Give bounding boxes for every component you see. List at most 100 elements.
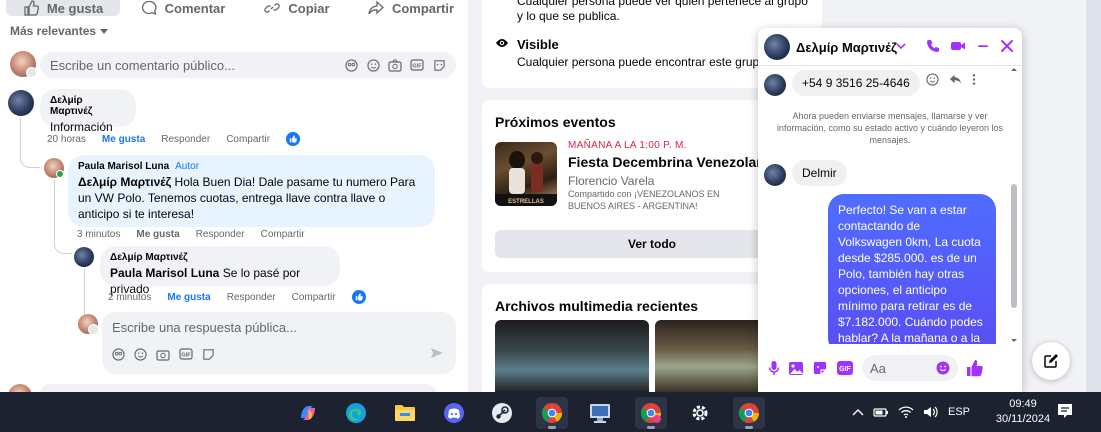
comment-reply-link[interactable]: Responder	[161, 134, 210, 145]
chat-message-input[interactable]: Aa	[862, 355, 958, 381]
edge-app[interactable]	[340, 397, 372, 429]
copilot-app[interactable]	[292, 397, 324, 429]
settings-app[interactable]	[684, 397, 716, 429]
like-action-button[interactable]: Me gusta	[6, 0, 120, 16]
remote-desktop-app[interactable]	[584, 397, 616, 429]
nested-reply-meta: 2 minutos Me gusta Responder Compartir	[108, 290, 366, 304]
incoming-message[interactable]: +54 9 3516 25-4646	[792, 70, 920, 96]
edge-icon	[346, 403, 366, 423]
reply-like-link[interactable]: Me gusta	[136, 229, 179, 240]
video-call-icon[interactable]	[950, 39, 966, 53]
page-scrollbar[interactable]	[1086, 0, 1101, 392]
comment-like-link[interactable]: Me gusta	[102, 134, 145, 145]
incoming-message[interactable]: Delmir	[792, 160, 847, 186]
emoji-icon[interactable]	[366, 58, 380, 72]
reply-input[interactable]: Escribe una respuesta pública... GIF	[102, 312, 456, 374]
microphone-icon[interactable]	[768, 360, 780, 376]
next-comment-bubble	[40, 384, 436, 392]
next-comment-avatar[interactable]	[8, 384, 32, 392]
windows-taskbar: ESP 09:49 30/11/2024	[0, 392, 1101, 432]
share-action-button[interactable]: Compartir	[354, 0, 468, 16]
media-thumbnail[interactable]	[495, 320, 649, 392]
thumbs-up-send-icon[interactable]	[966, 359, 984, 377]
emoji-icon[interactable]	[134, 348, 147, 364]
event-name[interactable]: Fiesta Decembrina Venezolana	[568, 154, 773, 170]
new-message-button[interactable]	[1032, 342, 1070, 380]
chat-scrollbar-thumb[interactable]	[1011, 184, 1017, 308]
event-photo-figures: ESTRELLAS	[495, 151, 557, 206]
sticker-icon[interactable]	[432, 58, 446, 72]
sticker-icon[interactable]	[202, 348, 215, 364]
avatar-sticker-icon[interactable]	[112, 348, 125, 364]
chevron-up-icon[interactable]	[852, 408, 864, 416]
camera-icon[interactable]	[156, 348, 170, 364]
comment-author[interactable]: Δελμίρ Μαρτινέζ	[50, 95, 126, 117]
nested-reply-share-link[interactable]: Compartir	[292, 292, 336, 303]
react-emoji-icon[interactable]	[926, 73, 939, 86]
author-tag: Autor	[175, 161, 200, 172]
avatar-sticker-icon[interactable]	[344, 58, 358, 72]
active-indicator	[745, 426, 753, 429]
copy-action-button[interactable]: Copiar	[240, 0, 354, 16]
close-icon[interactable]	[1000, 39, 1014, 53]
comment-input[interactable]: Escribe un comentario público... GIF	[40, 52, 456, 78]
gif-icon[interactable]: GIF	[410, 58, 424, 72]
event-image[interactable]: ESTRELLAS	[495, 142, 557, 206]
reply-mention[interactable]: Δελμίρ Μαρτινέζ	[78, 175, 171, 189]
gif-icon[interactable]: GIF	[179, 348, 193, 364]
nested-reply-avatar[interactable]	[74, 247, 94, 267]
chevron-down-icon[interactable]	[896, 42, 906, 50]
volume-icon[interactable]	[923, 406, 939, 418]
comment-placeholder: Escribe un comentario público...	[50, 57, 235, 73]
clock-time: 09:49	[1009, 398, 1037, 410]
reply-time[interactable]: 3 minutos	[77, 229, 120, 240]
chrome-window-app[interactable]	[733, 397, 765, 429]
chat-contact-avatar[interactable]	[764, 34, 790, 60]
emoji-icon[interactable]	[936, 361, 950, 375]
notifications-icon[interactable]	[1056, 402, 1074, 420]
nested-reply-author[interactable]: Δελμίρ Μαρτινέζ	[110, 252, 330, 263]
chat-contact-name[interactable]: Δελμίρ Μαρτινέζ	[796, 40, 897, 55]
nested-reply-time[interactable]: 2 minutos	[108, 292, 151, 303]
chat-scrollbar[interactable]	[1010, 66, 1018, 344]
battery-icon[interactable]	[873, 406, 889, 418]
nested-reply-mention[interactable]: Paula Marisol Luna	[110, 266, 219, 280]
chrome-app[interactable]	[536, 397, 568, 429]
more-options-icon[interactable]	[972, 73, 976, 86]
avatar-menu-icon[interactable]	[26, 67, 37, 78]
language-indicator[interactable]: ESP	[948, 406, 970, 418]
chrome-profile-app[interactable]	[635, 397, 667, 429]
photo-icon[interactable]	[788, 361, 804, 376]
camera-icon[interactable]	[388, 58, 402, 72]
minimize-icon[interactable]	[976, 39, 990, 53]
gif-icon[interactable]: GIF	[836, 360, 854, 376]
sort-comments-dropdown[interactable]: Más relevantes	[10, 24, 109, 38]
chrome-icon	[640, 403, 662, 423]
discord-app[interactable]	[438, 397, 470, 429]
send-icon[interactable]	[430, 347, 444, 362]
like-reaction-icon[interactable]	[286, 132, 301, 146]
like-reaction-icon[interactable]	[351, 290, 366, 304]
reply-placeholder: Escribe una respuesta pública...	[112, 320, 297, 335]
file-explorer-app[interactable]	[389, 397, 421, 429]
scroll-up-icon[interactable]	[1010, 66, 1018, 72]
steam-app[interactable]	[486, 397, 518, 429]
comment-share-link[interactable]: Compartir	[226, 134, 270, 145]
wifi-icon[interactable]	[898, 406, 914, 418]
comment-bubble: Δελμίρ Μαρτινέζ Información	[40, 89, 136, 134]
outgoing-message[interactable]: Perfecto! Se van a estar contactando de …	[828, 194, 996, 344]
svg-text:GIF: GIF	[412, 63, 422, 69]
reply-author[interactable]: Paula Marisol Luna	[78, 161, 169, 172]
comment-time[interactable]: 20 horas	[47, 134, 86, 145]
reply-share-link[interactable]: Compartir	[261, 229, 305, 240]
phone-call-icon[interactable]	[926, 39, 940, 53]
nested-reply-reply-link[interactable]: Responder	[227, 292, 276, 303]
sticker-icon[interactable]	[812, 360, 828, 376]
nested-reply-like-link[interactable]: Me gusta	[167, 292, 210, 303]
avatar-menu-icon[interactable]	[88, 324, 99, 335]
clock[interactable]: 09:49 30/11/2024	[994, 397, 1052, 427]
comment-author-avatar[interactable]	[8, 90, 34, 116]
reply-reply-link[interactable]: Responder	[196, 229, 245, 240]
comment-action-button[interactable]: Comentar	[126, 0, 240, 16]
reply-arrow-icon[interactable]	[949, 73, 962, 86]
